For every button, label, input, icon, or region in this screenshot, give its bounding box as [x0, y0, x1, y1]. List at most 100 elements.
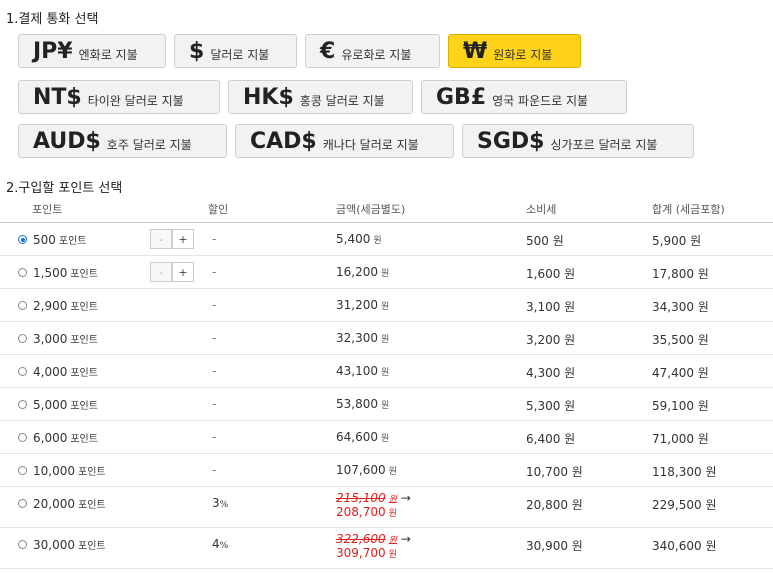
increment-button[interactable]: +: [172, 229, 194, 249]
table-header-row: 포인트 할인 금액(세금별도) 소비세 합계 (세금포함): [0, 196, 773, 223]
total-value: 59,100 원: [652, 399, 709, 413]
point-unit: 포인트: [78, 500, 106, 511]
amount-value: 43,100: [336, 364, 378, 378]
increment-button[interactable]: +: [172, 262, 194, 282]
section-title-currency: 1.결제 통화 선택: [6, 12, 99, 27]
tax-value: 30,900 원: [526, 539, 583, 553]
discount-value: -: [212, 265, 217, 279]
table-row[interactable]: 5,000 포인트 - 53,800 원 5,300 원 59,100 원: [0, 387, 773, 421]
point-amount: 2,900: [33, 299, 68, 313]
currency-symbol: GB£: [436, 84, 487, 110]
currency-label: 호주 달러로 지불: [106, 137, 192, 152]
total-value: 47,400 원: [652, 366, 709, 380]
point-radio[interactable]: [18, 400, 27, 409]
point-radio[interactable]: [18, 367, 27, 376]
table-row[interactable]: 3,000 포인트 - 32,300 원 3,200 원 35,500 원: [0, 321, 773, 355]
table-row[interactable]: 1,500 포인트 - + -16,200 원 1,600 원 17,800 원: [0, 255, 773, 289]
total-value: 118,300 원: [652, 465, 717, 479]
currency-symbol: CAD$: [250, 128, 317, 154]
currency-label: 유로화로 지불: [341, 47, 412, 62]
original-amount: 215,100 원: [336, 491, 397, 505]
point-amount: 4,000: [33, 365, 68, 379]
point-radio[interactable]: [18, 334, 27, 343]
currency-button-aud[interactable]: AUD$ 호주 달러로 지불: [18, 124, 227, 158]
point-radio[interactable]: [18, 499, 27, 508]
total-value: 17,800 원: [652, 267, 709, 281]
discount-value: -: [212, 364, 217, 378]
currency-button-cad[interactable]: CAD$ 캐나다 달러로 지불: [235, 124, 454, 158]
tax-value: 6,400 원: [526, 432, 576, 446]
currency-label: 싱가포르 달러로 지불: [550, 137, 658, 152]
table-row[interactable]: 4,000 포인트 - 43,100 원 4,300 원 47,400 원: [0, 354, 773, 388]
currency-symbol: ₩: [463, 38, 488, 64]
point-unit: 포인트: [58, 236, 87, 247]
table-row[interactable]: 10,000 포인트 - 107,600 원 10,700 원 118,300 원: [0, 453, 773, 487]
point-unit: 포인트: [70, 434, 98, 445]
point-unit: 포인트: [70, 335, 98, 346]
discount-value: -: [212, 463, 217, 477]
arrow: →: [400, 532, 411, 546]
table-row[interactable]: 6,000 포인트 - 64,600 원 6,400 원 71,000 원: [0, 420, 773, 454]
total-value: 5,900 원: [652, 234, 702, 248]
point-radio[interactable]: [18, 301, 27, 310]
amount-value: 64,600: [336, 430, 378, 444]
won-unit: 원: [381, 302, 390, 312]
discounted-amount: 208,700: [336, 505, 386, 519]
point-unit: 포인트: [70, 368, 98, 379]
point-radio[interactable]: [18, 235, 27, 244]
tax-value: 1,600 원: [526, 267, 576, 281]
amount-value: 32,300: [336, 331, 378, 345]
currency-button-twd[interactable]: NT$ 타이완 달러로 지불: [18, 80, 220, 114]
currency-button-usd[interactable]: $ 달러로 지불: [174, 34, 297, 68]
point-amount: 30,000: [33, 538, 75, 552]
amount-value: 53,800: [336, 397, 378, 411]
total-value: 229,500 원: [652, 498, 717, 512]
currency-symbol: $: [189, 38, 205, 64]
tax-value: 3,100 원: [526, 300, 576, 314]
currency-label: 엔화로 지불: [78, 47, 138, 62]
won-unit: 원: [381, 434, 390, 444]
discount-value: -: [212, 331, 217, 345]
point-radio[interactable]: [18, 466, 27, 475]
tax-value: 5,300 원: [526, 399, 576, 413]
discount-value: -: [212, 298, 217, 312]
point-radio[interactable]: [18, 433, 27, 442]
table-row[interactable]: 30,000 포인트 4% 322,600 원 → 309,700 원 30,900 원 340…: [0, 527, 773, 569]
decrement-button[interactable]: -: [150, 262, 172, 282]
table-row[interactable]: 2,900 포인트 - 31,200 원 3,100 원 34,300 원: [0, 288, 773, 322]
currency-symbol: AUD$: [33, 128, 101, 154]
won-unit: 원: [381, 401, 390, 411]
point-radio[interactable]: [18, 268, 27, 277]
won-unit: 원: [373, 236, 382, 246]
currency-button-hkd[interactable]: HK$ 홍콩 달러로 지불: [228, 80, 413, 114]
quantity-stepper: - +: [150, 229, 194, 249]
currency-label: 캐나다 달러로 지불: [322, 137, 419, 152]
point-amount: 3,000: [33, 332, 68, 346]
currency-button-krw[interactable]: ₩ 원화로 지불: [448, 34, 581, 68]
point-radio[interactable]: [18, 540, 27, 549]
currency-symbol: SGD$: [477, 128, 545, 154]
discount-unit: %: [219, 541, 229, 551]
currency-label: 원화로 지불: [493, 47, 553, 62]
section-title-points: 2.구입할 포인트 선택: [6, 181, 123, 196]
won-unit: 원: [381, 269, 390, 279]
decrement-button[interactable]: -: [150, 229, 172, 249]
point-unit: 포인트: [78, 467, 106, 478]
discount-value: 4: [212, 537, 220, 551]
won-unit: 원: [388, 550, 397, 560]
currency-button-jpy[interactable]: JP¥ 엔화로 지불: [18, 34, 166, 68]
currency-button-gbp[interactable]: GB£ 영국 파운드로 지불: [421, 80, 627, 114]
quantity-stepper: - +: [150, 262, 194, 282]
original-amount: 322,600 원: [336, 532, 397, 546]
table-row[interactable]: 500 포인트 - + -5,400 원 500 원 5,900 원: [0, 222, 773, 256]
currency-label: 타이완 달러로 지불: [87, 93, 184, 108]
point-amount: 5,000: [33, 398, 68, 412]
discount-value: -: [212, 232, 217, 246]
currency-button-eur[interactable]: € 유로화로 지불: [305, 34, 440, 68]
arrow: →: [400, 491, 411, 505]
currency-button-sgd[interactable]: SGD$ 싱가포르 달러로 지불: [462, 124, 694, 158]
original-amount-value: 215,100: [336, 491, 386, 505]
table-row[interactable]: 20,000 포인트 3% 215,100 원 → 208,700 원 20,800 원 229…: [0, 486, 773, 528]
currency-label: 달러로 지불: [210, 47, 270, 62]
point-unit: 포인트: [78, 541, 106, 552]
